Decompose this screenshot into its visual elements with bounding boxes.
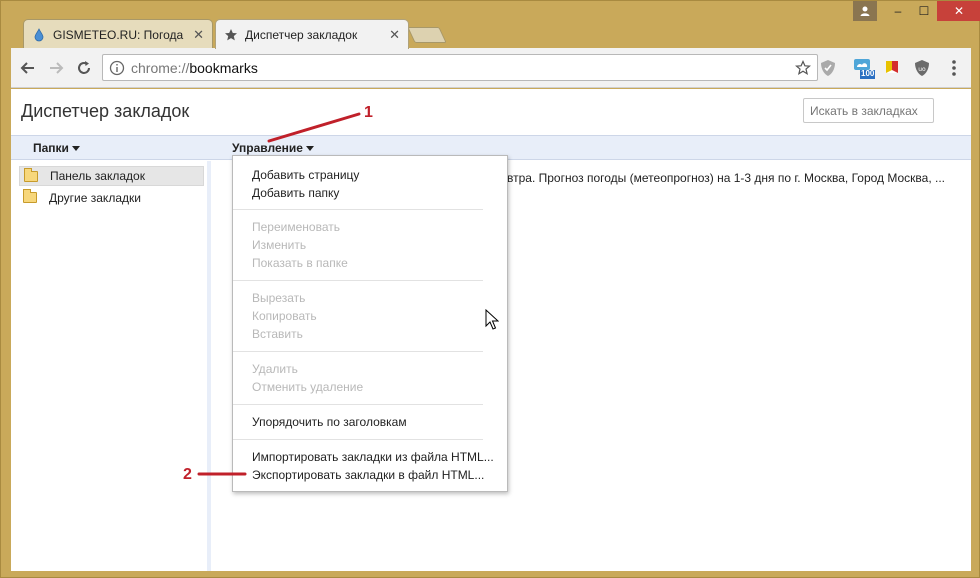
annotation-number-1: 1 <box>364 104 373 121</box>
browser-window: GISMETEO.RU: Погода в ✕ Диспетчер заклад… <box>0 0 980 578</box>
annotation-overlay <box>197 112 361 476</box>
annotation-arrow-1 <box>267 112 361 143</box>
annotation-number-2: 2 <box>183 466 192 483</box>
